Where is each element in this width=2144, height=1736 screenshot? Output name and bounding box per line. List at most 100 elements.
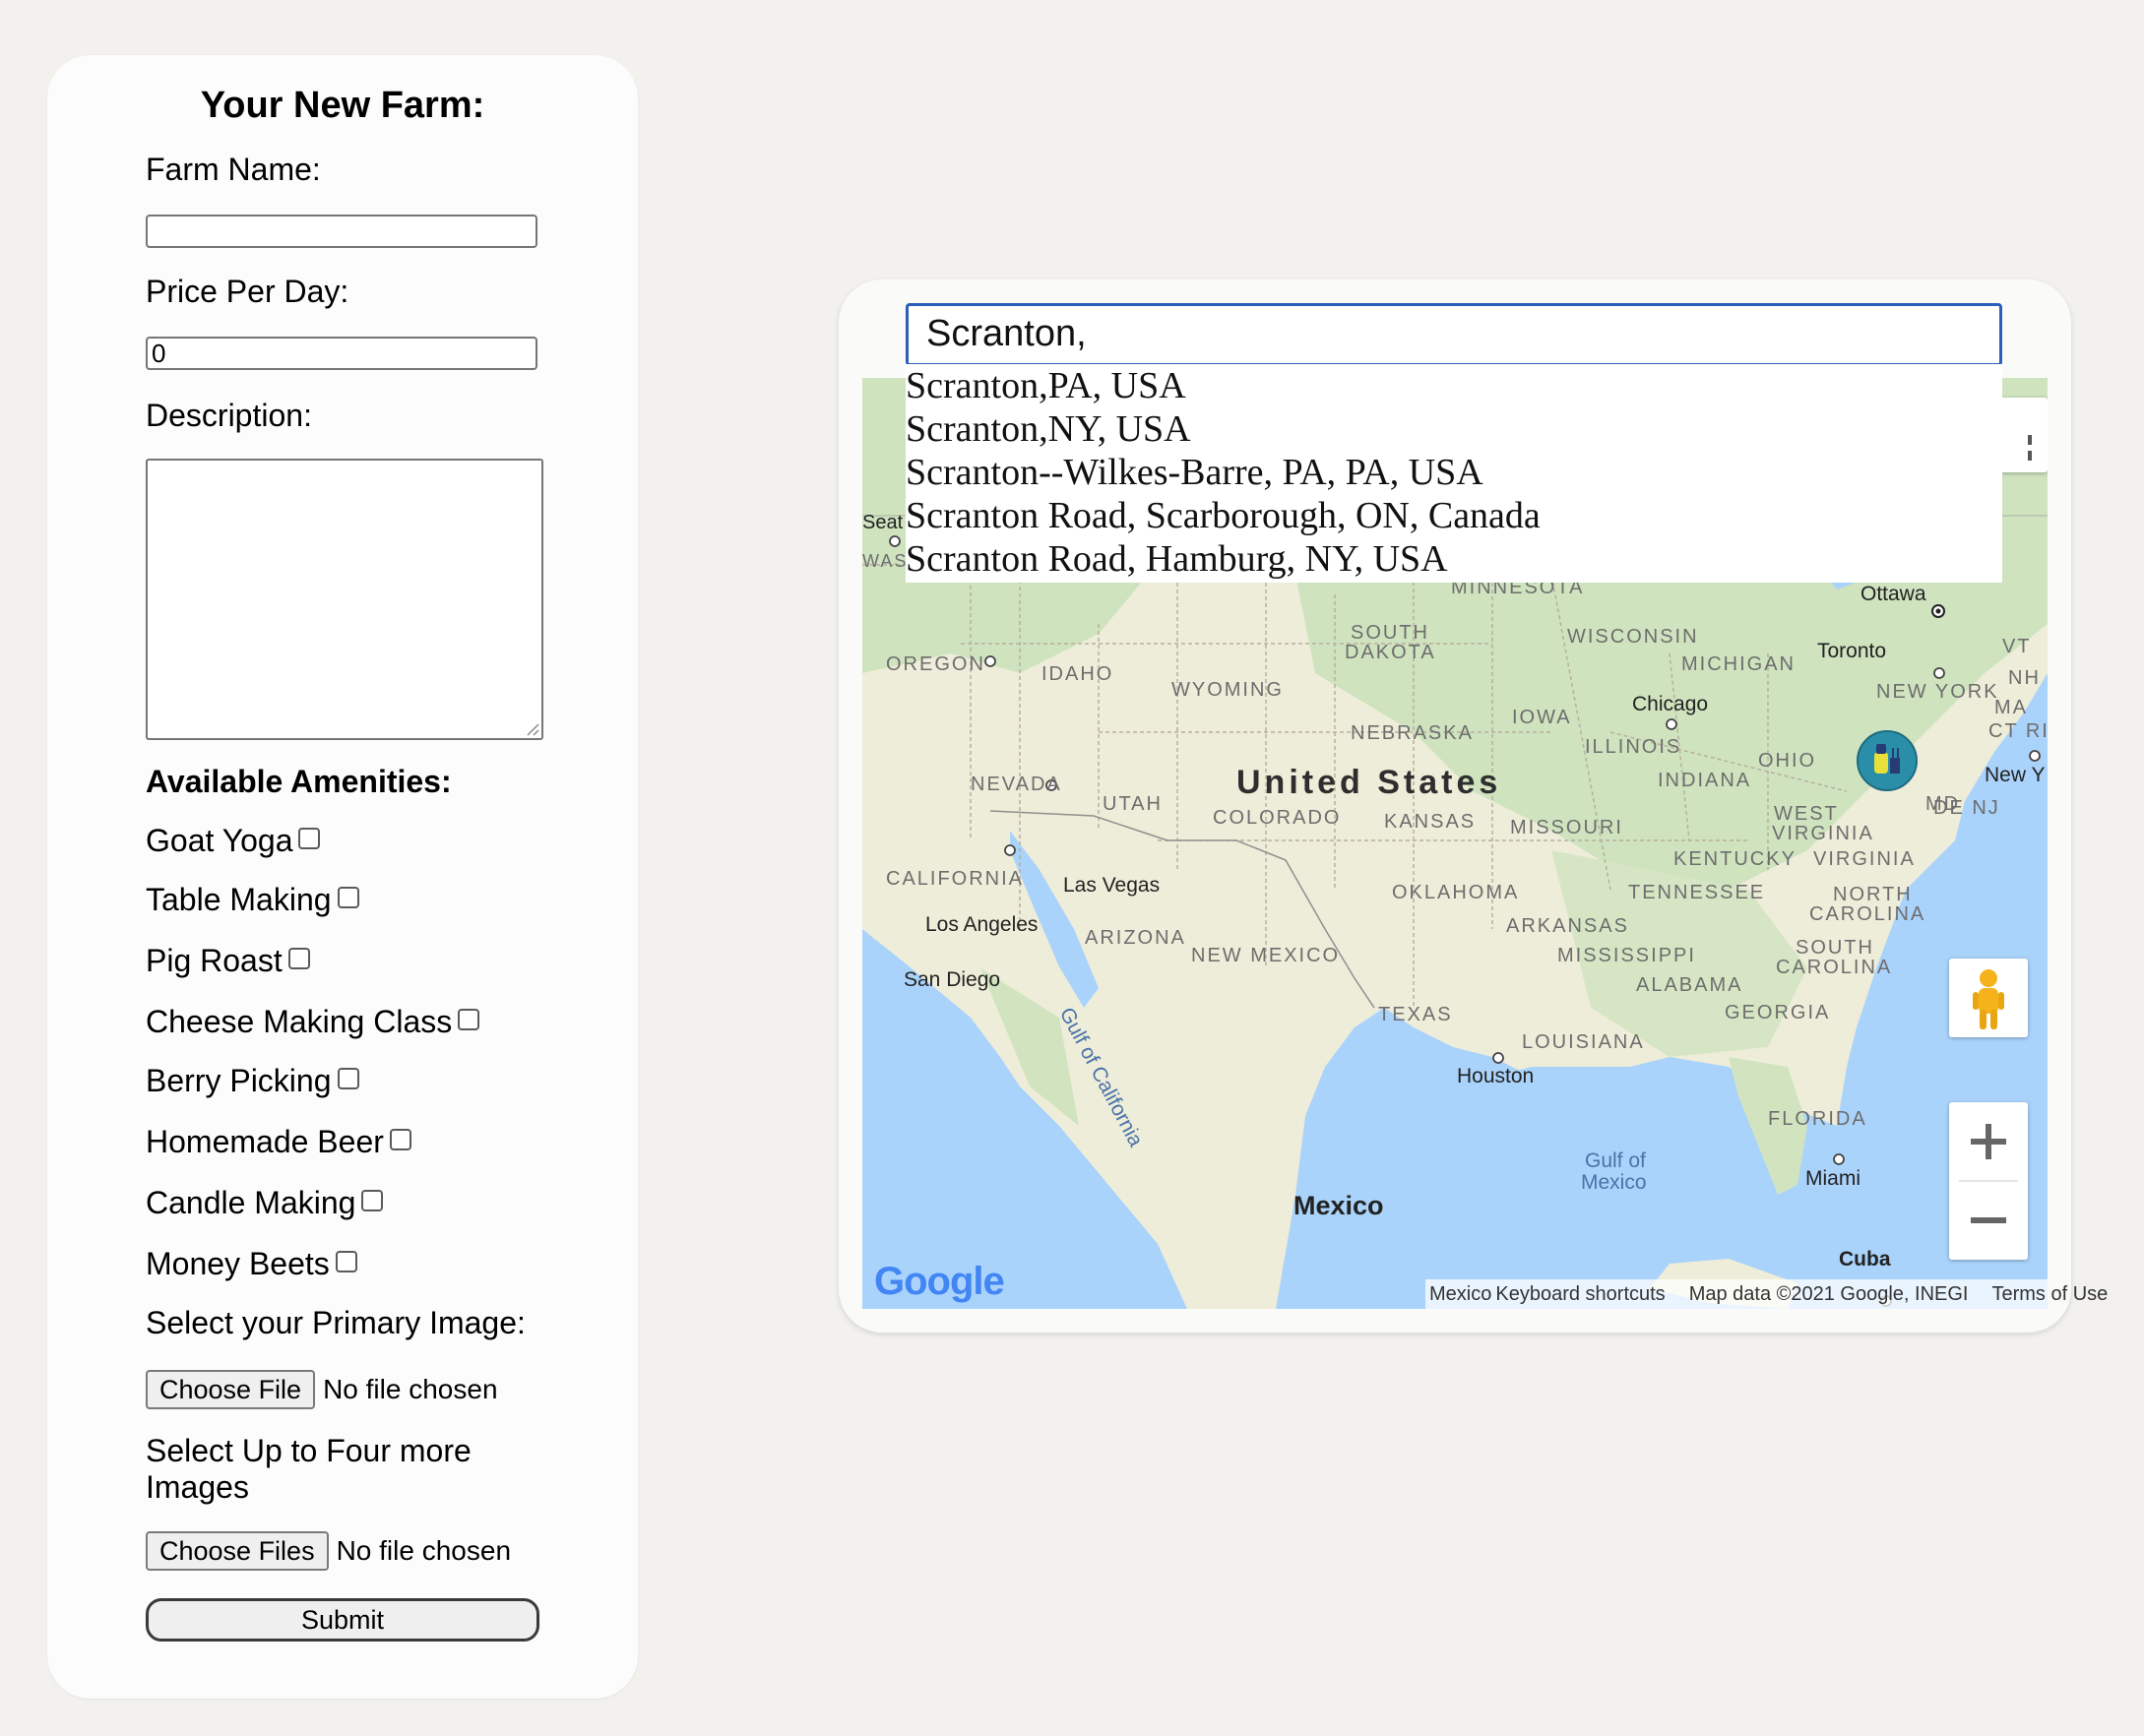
more-files-picker: Choose Files No file chosen (146, 1531, 511, 1571)
map-label-ottawa: Ottawa (1860, 583, 1926, 605)
google-logo-text: Google (874, 1260, 1005, 1303)
more-vert-icon (2028, 435, 2032, 461)
map-label-kentucky: KENTUCKY (1673, 848, 1797, 870)
map-label-los-angeles: Los Angeles (925, 913, 1039, 936)
map-label-wisconsin: WISCONSIN (1567, 626, 1699, 648)
map-label-cuba: Cuba (1839, 1248, 1891, 1271)
amenity-label: Goat Yoga (146, 823, 293, 858)
map-label-houston: Houston (1457, 1065, 1535, 1087)
suggestion-item[interactable]: Scranton,NY, USA (906, 407, 2002, 451)
amenity-label: Cheese Making Class (146, 1004, 453, 1039)
amenity-checkbox[interactable] (335, 1250, 357, 1272)
suggestion-item[interactable]: Scranton Road, Scarborough, ON, Canada (906, 494, 2002, 537)
autocomplete-dropdown: Scranton,PA, USA Scranton,NY, USA Scrant… (906, 364, 2002, 583)
location-search-input[interactable]: Scranton, (906, 303, 2002, 366)
map-label-ma: MA (1994, 697, 2028, 718)
map-label-nebraska: NEBRASKA (1351, 722, 1474, 744)
map-label-kansas: KANSAS (1384, 811, 1477, 833)
map-label-north-carolina-2: CAROLINA (1809, 903, 1926, 925)
amenity-label: Table Making (146, 882, 332, 917)
amenity-label: Homemade Beer (146, 1124, 384, 1159)
map-label-wyoming: WYOMING (1171, 679, 1284, 701)
amenity-checkbox[interactable] (389, 1128, 411, 1150)
choose-file-button[interactable]: Choose File (146, 1370, 316, 1409)
map-label-san-diego: San Diego (904, 968, 1001, 991)
map-label-seattle: Seat (862, 512, 904, 533)
map-fullscreen-control[interactable] (1994, 398, 2048, 472)
farm-name-input[interactable] (146, 215, 537, 248)
map-label-ct-ri: CT RI (1988, 720, 2048, 742)
pegman-icon (1973, 969, 2004, 1029)
zoom-control (1949, 1102, 2028, 1260)
amenity-table-making: Table Making (146, 882, 359, 918)
amenities-heading: Available Amenities: (146, 764, 452, 799)
amenity-candle-making: Candle Making (146, 1185, 384, 1221)
map-label-ohio: OHIO (1758, 750, 1817, 772)
map-label-georgia: GEORGIA (1725, 1002, 1831, 1023)
map-label-new-york-city: New Y (1985, 764, 2046, 786)
amenity-label: Berry Picking (146, 1063, 332, 1098)
map-label-colorado: COLORADO (1213, 807, 1342, 829)
amenity-berry-picking: Berry Picking (146, 1063, 359, 1099)
more-images-label-line1: Select Up to Four more (146, 1433, 472, 1468)
amenity-checkbox[interactable] (298, 827, 321, 849)
terms-of-use-link[interactable]: Terms of Use (1991, 1283, 2108, 1306)
map-label-nevada: NEVADA (971, 774, 1062, 795)
amenity-checkbox[interactable] (361, 1189, 384, 1211)
map-label-was: WAS (862, 551, 909, 571)
amenity-goat-yoga: Goat Yoga (146, 823, 321, 859)
map-label-mississippi: MISSISSIPPI (1557, 945, 1696, 966)
amenity-checkbox[interactable] (337, 1067, 359, 1089)
map-label-miami: Miami (1805, 1167, 1860, 1190)
map-label-las-vegas: Las Vegas (1063, 874, 1161, 897)
google-logo[interactable]: Google (874, 1260, 1005, 1304)
description-textarea[interactable] (146, 459, 543, 740)
map-label-united-states: United States (1236, 764, 1502, 801)
more-files-status: No file chosen (336, 1535, 512, 1566)
map-label-oregon: OREGON (886, 653, 985, 675)
primary-image-label: Select your Primary Image: (146, 1305, 526, 1340)
attribution-mexico: Mexico (1429, 1282, 1492, 1305)
map-attribution: Mexico Keyboard shortcuts Map data ©2021… (1425, 1279, 2108, 1309)
map-label-indiana: INDIANA (1658, 770, 1752, 791)
price-input[interactable]: 0 (146, 337, 537, 370)
amenity-pig-roast: Pig Roast (146, 943, 310, 979)
amenity-label: Money Beets (146, 1246, 330, 1281)
resize-grip-icon[interactable] (524, 720, 539, 736)
minus-icon (1971, 1217, 2006, 1223)
amenity-label: Candle Making (146, 1185, 356, 1220)
map-label-vt: VT (2002, 636, 2032, 657)
amenity-cheese-making: Cheese Making Class (146, 1004, 480, 1040)
map-label-louisiana: LOUISIANA (1522, 1031, 1645, 1053)
map-label-florida: FLORIDA (1768, 1108, 1867, 1130)
map-label-michigan: MICHIGAN (1681, 653, 1796, 675)
choose-files-button[interactable]: Choose Files (146, 1531, 329, 1571)
map-label-arkansas: ARKANSAS (1506, 915, 1629, 937)
amenity-checkbox[interactable] (458, 1008, 480, 1030)
description-label: Description: (146, 398, 312, 433)
submit-button[interactable]: Submit (146, 1598, 539, 1642)
amenity-label: Pig Roast (146, 943, 283, 978)
map-label-gulf-of-mexico-1: Gulf of (1585, 1149, 1646, 1172)
zoom-in-button[interactable] (1949, 1102, 2028, 1181)
amenity-checkbox[interactable] (337, 886, 359, 908)
suggestion-item[interactable]: Scranton,PA, USA (906, 364, 2002, 407)
street-view-button[interactable] (1949, 959, 2028, 1037)
farm-form-card: Your New Farm: Farm Name: Price Per Day:… (47, 55, 638, 1699)
map-label-new-mexico: NEW MEXICO (1191, 945, 1341, 966)
keyboard-shortcuts-link[interactable]: Keyboard shortcuts (1495, 1283, 1665, 1306)
map-label-iowa: IOWA (1512, 707, 1572, 728)
farm-marker-icon[interactable] (1857, 730, 1918, 791)
map-label-idaho: IDAHO (1041, 663, 1114, 685)
zoom-out-button[interactable] (1949, 1181, 2028, 1260)
suggestion-item[interactable]: Scranton--Wilkes-Barre, PA, PA, USA (906, 451, 2002, 494)
amenity-checkbox[interactable] (287, 947, 310, 969)
plus-icon (1971, 1124, 2006, 1159)
suggestion-item[interactable]: Scranton Road, Hamburg, NY, USA (906, 537, 2002, 581)
map-label-west-virginia-2: VIRGINIA (1772, 823, 1874, 844)
map-label-utah: UTAH (1103, 793, 1163, 815)
map-label-toronto: Toronto (1817, 640, 1887, 662)
map-label-arizona: ARIZONA (1085, 927, 1186, 949)
map-label-tennessee: TENNESSEE (1628, 882, 1766, 903)
map-label-texas: TEXAS (1378, 1004, 1453, 1025)
